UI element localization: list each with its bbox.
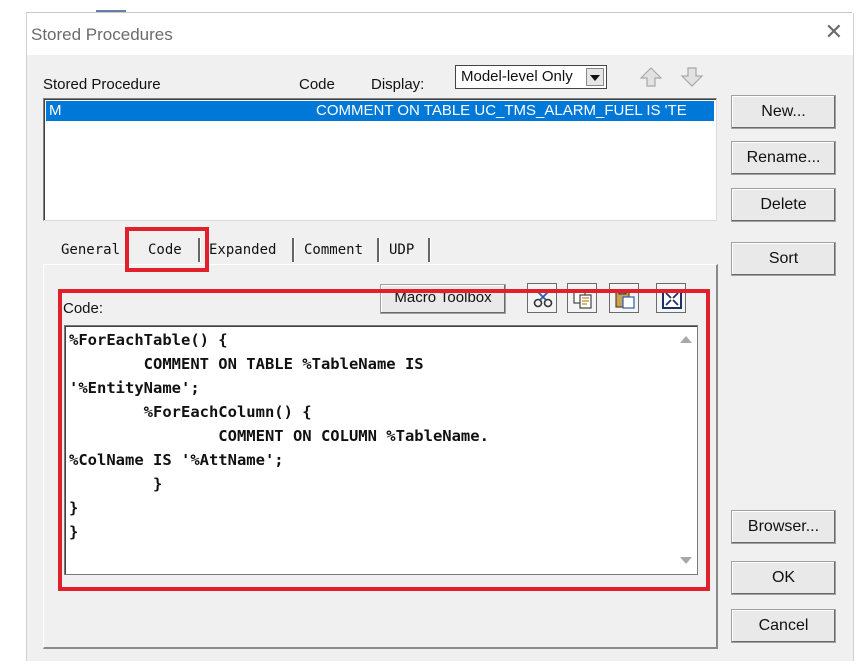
title-bar: Stored Procedures ✕ [27, 13, 853, 55]
stored-procedures-dialog: Stored Procedures ✕ Stored Procedure Cod… [26, 13, 854, 661]
copy-icon[interactable] [567, 283, 597, 313]
new-button[interactable]: New... [731, 95, 836, 129]
sort-button[interactable]: Sort [731, 242, 836, 276]
code-line: '%EntityName'; [69, 379, 200, 397]
procedure-name: M [49, 102, 62, 119]
chevron-down-icon[interactable] [586, 68, 604, 86]
stored-procedure-column-label: Stored Procedure [43, 76, 161, 93]
code-line: } [69, 523, 79, 541]
procedure-code-preview: COMMENT ON TABLE UC_TMS_ALARM_FUEL IS 'T… [316, 102, 687, 119]
cancel-button[interactable]: Cancel [731, 609, 836, 643]
display-select-value: Model-level Only [461, 68, 573, 85]
code-line: %ColName IS '%AttName'; [69, 451, 284, 469]
code-editor[interactable]: %ForEachTable() { COMMENT ON TABLE %Tabl… [64, 325, 698, 575]
paste-icon[interactable] [609, 283, 639, 313]
code-line: %ForEachColumn() { [69, 403, 312, 421]
macro-toolbox-button[interactable]: Macro Toolbox [380, 284, 506, 314]
code-label: Code: [63, 300, 104, 317]
move-up-icon[interactable] [638, 65, 664, 89]
tab-separator [292, 238, 294, 262]
close-icon[interactable]: ✕ [825, 21, 843, 43]
move-down-icon[interactable] [679, 65, 705, 89]
code-line: COMMENT ON COLUMN %TableName. [69, 427, 489, 445]
scroll-up-icon[interactable] [680, 336, 692, 343]
browser-button[interactable]: Browser... [731, 510, 836, 544]
tab-comment[interactable]: Comment [304, 242, 363, 258]
tab-expanded[interactable]: Expanded [209, 242, 276, 258]
code-line: %ForEachTable() { [69, 331, 228, 349]
tab-general[interactable]: General [61, 242, 120, 258]
code-line: } [69, 475, 163, 493]
tab-udp[interactable]: UDP [389, 242, 414, 258]
fit-icon[interactable] [656, 283, 686, 313]
delete-button[interactable]: Delete [731, 188, 836, 222]
stored-procedure-list[interactable]: M COMMENT ON TABLE UC_TMS_ALARM_FUEL IS … [43, 98, 717, 221]
background-window-scrap [96, 10, 126, 12]
tab-separator [428, 238, 430, 262]
code-column-label: Code [299, 76, 335, 93]
rename-button[interactable]: Rename... [731, 141, 836, 175]
scroll-down-icon[interactable] [680, 557, 692, 564]
ok-button[interactable]: OK [731, 561, 836, 595]
dialog-title: Stored Procedures [31, 25, 173, 44]
display-select[interactable]: Model-level Only [455, 65, 607, 89]
vertical-scrollbar[interactable] [677, 328, 695, 572]
display-label: Display: [371, 76, 425, 93]
tab-separator [377, 238, 379, 262]
code-line: COMMENT ON TABLE %TableName IS [69, 355, 424, 373]
tab-separator [198, 238, 200, 262]
code-line: } [69, 499, 79, 517]
tab-code[interactable]: Code [148, 242, 182, 258]
cut-icon[interactable] [527, 283, 557, 313]
list-item[interactable]: M COMMENT ON TABLE UC_TMS_ALARM_FUEL IS … [46, 101, 714, 121]
